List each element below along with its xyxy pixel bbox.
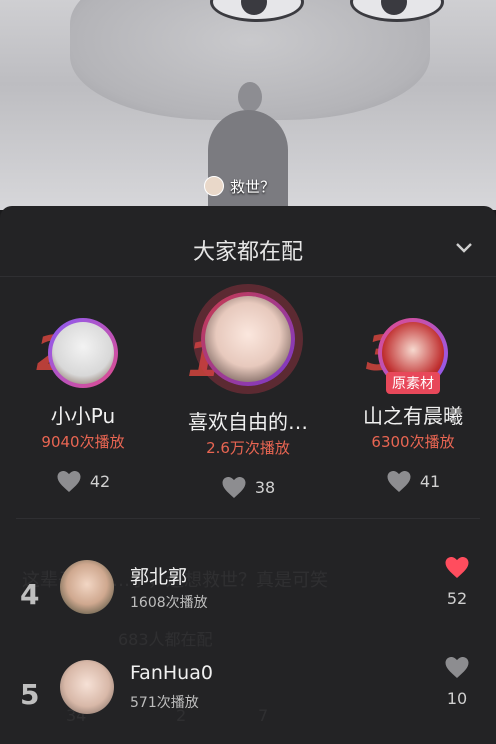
like-count: 42 xyxy=(89,472,111,491)
list-plays: 1608次播放 xyxy=(130,595,208,611)
eye-left xyxy=(210,0,304,22)
like-button[interactable]: 42 xyxy=(8,470,158,493)
list-item[interactable]: 4 郭北郭 1608次播放 52 xyxy=(0,556,496,636)
sheet-title: 大家都在配 xyxy=(192,240,303,265)
podium-plays: 9040次播放 xyxy=(41,433,125,451)
original-material-badge: 原素材 xyxy=(386,372,440,394)
video-caption: 救世？ xyxy=(204,176,275,196)
like-button[interactable]: 10 xyxy=(440,656,474,708)
heart-icon xyxy=(57,471,81,492)
divider xyxy=(0,276,496,277)
avatar[interactable] xyxy=(201,292,295,386)
list-item[interactable]: 5 FanHua0 571次播放 10 xyxy=(0,656,496,736)
video-player[interactable]: 救世？ xyxy=(0,0,496,210)
caption-avatar xyxy=(204,176,224,196)
divider xyxy=(16,518,480,519)
podium-name: 山之有晨曦 xyxy=(363,404,463,428)
podium-plays: 2.6万次播放 xyxy=(206,439,290,457)
heart-icon xyxy=(387,471,411,492)
avatar[interactable] xyxy=(48,318,118,388)
heart-icon xyxy=(445,657,469,678)
heart-icon xyxy=(222,477,246,498)
eye-right xyxy=(350,0,444,22)
dubbing-sheet: 这辈子都……了，还想救世？真是可笑 683人都在配 34 2 7 大家都在配 2… xyxy=(0,206,496,744)
podium-plays: 6300次播放 xyxy=(371,433,455,451)
podium-name: 小小Pu xyxy=(50,404,116,428)
podium-item-3[interactable]: 3 原素材 山之有晨曦 6300次播放 41 xyxy=(338,296,488,493)
list-name: FanHua0 xyxy=(130,662,213,684)
list-name: 郭北郭 xyxy=(130,566,188,588)
avatar[interactable] xyxy=(60,660,114,714)
like-count: 10 xyxy=(446,689,468,708)
avatar[interactable] xyxy=(60,560,114,614)
podium-item-1[interactable]: 1 喜欢自由的… 2.6万次播放 38 xyxy=(173,292,323,499)
podium-item-2[interactable]: 2 小小Pu 9040次播放 42 xyxy=(8,296,158,493)
like-count: 41 xyxy=(419,472,441,491)
like-count: 52 xyxy=(446,589,468,608)
podium-name: 喜欢自由的… xyxy=(188,410,308,434)
heart-filled-icon xyxy=(445,557,469,578)
like-button[interactable]: 38 xyxy=(173,476,323,499)
like-count: 38 xyxy=(254,478,276,497)
caption-text: 救世？ xyxy=(230,177,276,196)
chevron-down-icon[interactable] xyxy=(454,238,474,258)
list-plays: 571次播放 xyxy=(130,695,199,711)
like-button[interactable]: 52 xyxy=(440,556,474,608)
like-button[interactable]: 41 xyxy=(338,470,488,493)
avatar[interactable]: 原素材 xyxy=(378,318,448,394)
rank-number: 4 xyxy=(20,578,40,611)
rank-number: 5 xyxy=(20,678,40,711)
